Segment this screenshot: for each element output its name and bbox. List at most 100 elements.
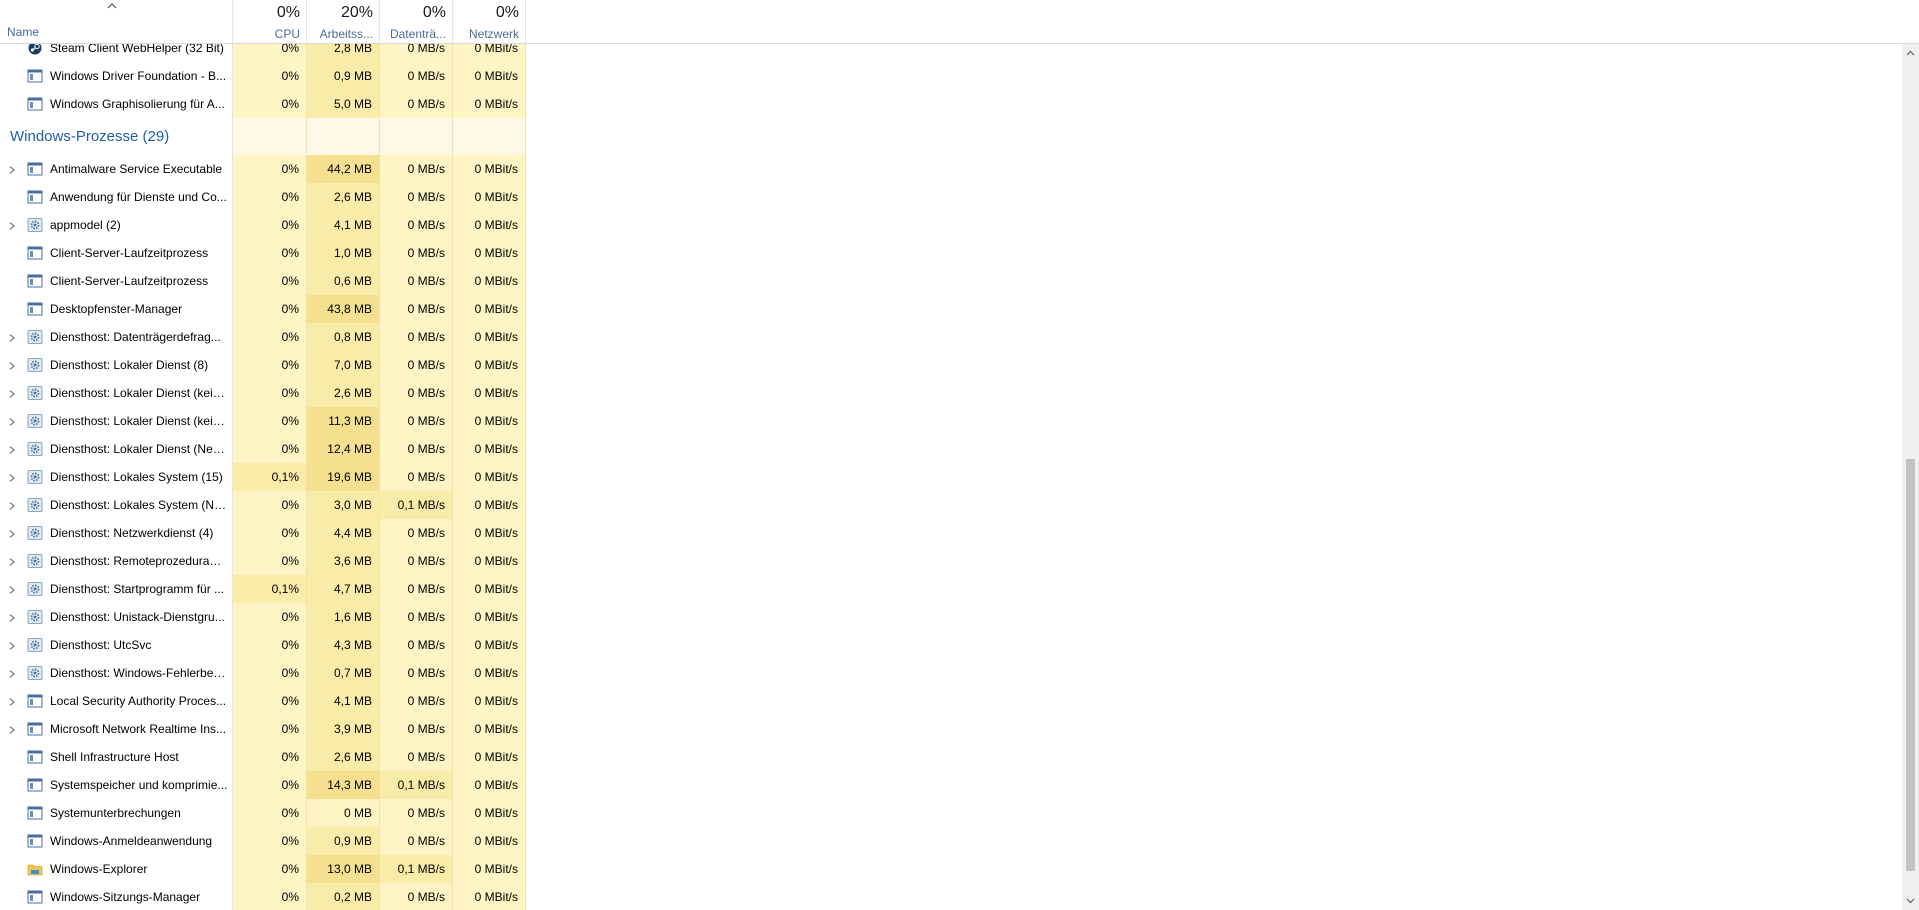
expand-chevron-icon[interactable] bbox=[7, 640, 17, 650]
process-row[interactable]: Diensthost: Startprogramm für ... 0,1% 4,7… bbox=[0, 575, 1900, 603]
scroll-down-arrow-icon[interactable] bbox=[1906, 898, 1915, 904]
vertical-scrollbar[interactable] bbox=[1902, 44, 1919, 910]
column-header-cpu[interactable]: 0% CPU bbox=[233, 0, 307, 44]
process-row[interactable]: Windows-Sitzungs-Manager 0% 0,2 MB 0 MB/s 0 … bbox=[0, 883, 1900, 910]
process-name-cell[interactable]: Diensthost: Lokaler Dienst (8) bbox=[0, 351, 233, 379]
memory-value: 11,3 MB bbox=[307, 407, 380, 435]
process-name-cell[interactable]: Systemspeicher und komprimie... bbox=[0, 771, 233, 799]
expand-chevron-icon[interactable] bbox=[7, 500, 17, 510]
process-row[interactable]: Diensthost: Remoteprozedurauf... 0% 3,6 MB… bbox=[0, 547, 1900, 575]
network-value: 0 MBit/s bbox=[453, 631, 526, 659]
cpu-value: 0% bbox=[233, 62, 307, 90]
group-header-windows-processes[interactable]: Windows-Prozesse (29) bbox=[0, 118, 1900, 155]
expand-chevron-icon[interactable] bbox=[7, 528, 17, 538]
expand-chevron-icon[interactable] bbox=[7, 668, 17, 678]
process-name-cell[interactable]: Windows-Anmeldeanwendung bbox=[0, 827, 233, 855]
process-row[interactable]: Diensthost: Netzwerkdienst (4) 0% 4,4 MB 0 … bbox=[0, 519, 1900, 547]
process-name-cell[interactable]: Windows Driver Foundation - B... bbox=[0, 62, 233, 90]
process-name-cell[interactable]: Diensthost: UtcSvc bbox=[0, 631, 233, 659]
process-row[interactable]: Windows Graphisolierung für A... 0% 5,0 MB… bbox=[0, 90, 1900, 118]
process-name-cell[interactable]: Windows-Explorer bbox=[0, 855, 233, 883]
column-header-disk[interactable]: 0% Datenträ... bbox=[380, 0, 453, 44]
process-name-cell[interactable]: Diensthost: Windows-Fehlerberi... bbox=[0, 659, 233, 687]
process-name-cell[interactable]: Client-Server-Laufzeitprozess bbox=[0, 239, 233, 267]
column-header-memory[interactable]: 20% Arbeitss... bbox=[307, 0, 380, 44]
process-name-cell[interactable]: Steam Client WebHelper (32 Bit) bbox=[0, 44, 233, 62]
expand-chevron-icon[interactable] bbox=[7, 220, 17, 230]
process-name-cell[interactable]: Windows Graphisolierung für A... bbox=[0, 90, 233, 118]
process-row[interactable]: Client-Server-Laufzeitprozess 0% 1,0 MB 0 M… bbox=[0, 239, 1900, 267]
expand-chevron-icon[interactable] bbox=[7, 472, 17, 482]
process-name-cell[interactable]: Antimalware Service Executable bbox=[0, 155, 233, 183]
process-row[interactable]: Antimalware Service Executable 0% 44,2 MB 0… bbox=[0, 155, 1900, 183]
process-name-cell[interactable]: Anwendung für Dienste und Co... bbox=[0, 183, 233, 211]
expand-chevron-icon[interactable] bbox=[7, 584, 17, 594]
process-name-cell[interactable]: Diensthost: Lokales System (Net... bbox=[0, 491, 233, 519]
process-row[interactable]: Diensthost: Datenträgerdefrag... 0% 0,8 MB… bbox=[0, 323, 1900, 351]
process-name-cell[interactable]: appmodel (2) bbox=[0, 211, 233, 239]
process-name-cell[interactable]: Diensthost: Remoteprozedurauf... bbox=[0, 547, 233, 575]
process-row[interactable]: Diensthost: UtcSvc 0% 4,3 MB 0 MB/s 0 MBit/s bbox=[0, 631, 1900, 659]
process-name-cell[interactable]: Microsoft Network Realtime Ins... bbox=[0, 715, 233, 743]
process-name-cell[interactable]: Diensthost: Datenträgerdefrag... bbox=[0, 323, 233, 351]
process-name-cell[interactable]: Local Security Authority Proces... bbox=[0, 687, 233, 715]
process-name: Systemspeicher und komprimie... bbox=[50, 778, 228, 792]
process-name-cell[interactable]: Diensthost: Lokaler Dienst (kein ... bbox=[0, 379, 233, 407]
process-row[interactable]: Diensthost: Windows-Fehlerberi... 0% 0,7 M… bbox=[0, 659, 1900, 687]
expand-chevron-icon[interactable] bbox=[7, 360, 17, 370]
process-row[interactable]: Diensthost: Lokaler Dienst (8) 0% 7,0 MB 0 … bbox=[0, 351, 1900, 379]
cpu-value: 0% bbox=[233, 351, 307, 379]
process-row[interactable]: Windows-Explorer 0% 13,0 MB 0,1 MB/s 0 MBit/… bbox=[0, 855, 1900, 883]
process-name-cell[interactable]: Diensthost: Lokaler Dienst (kein ... bbox=[0, 407, 233, 435]
process-name-cell[interactable]: Diensthost: Lokales System (15) bbox=[0, 463, 233, 491]
process-row[interactable]: appmodel (2) 0% 4,1 MB 0 MB/s 0 MBit/s bbox=[0, 211, 1900, 239]
process-row[interactable]: Windows Driver Foundation - B... 0% 0,9 MB… bbox=[0, 62, 1900, 90]
expand-chevron-icon[interactable] bbox=[7, 444, 17, 454]
process-row[interactable]: Diensthost: Lokaler Dienst (Netz... 0% 12,… bbox=[0, 435, 1900, 463]
process-name: Anwendung für Dienste und Co... bbox=[50, 190, 227, 204]
process-name-cell[interactable]: Systemunterbrechungen bbox=[0, 799, 233, 827]
scrollbar-thumb[interactable] bbox=[1906, 459, 1915, 871]
scroll-up-arrow-icon[interactable] bbox=[1906, 50, 1915, 56]
process-name-cell[interactable]: Diensthost: Netzwerkdienst (4) bbox=[0, 519, 233, 547]
process-row[interactable]: Local Security Authority Proces... 0% 4,1 … bbox=[0, 687, 1900, 715]
column-header-network[interactable]: 0% Netzwerk bbox=[453, 0, 526, 44]
process-row[interactable]: Shell Infrastructure Host 0% 2,6 MB 0 MB/s 0… bbox=[0, 743, 1900, 771]
expand-chevron-icon[interactable] bbox=[7, 388, 17, 398]
expand-chevron-icon[interactable] bbox=[7, 724, 17, 734]
process-row[interactable]: Desktopfenster-Manager 0% 43,8 MB 0 MB/s 0 M… bbox=[0, 295, 1900, 323]
process-name-cell[interactable]: Windows-Sitzungs-Manager bbox=[0, 883, 233, 910]
memory-value: 5,0 MB bbox=[307, 90, 380, 118]
column-header-name[interactable]: Name bbox=[0, 0, 233, 44]
process-row[interactable]: Windows-Anmeldeanwendung 0% 0,9 MB 0 MB/s 0 … bbox=[0, 827, 1900, 855]
process-row[interactable]: Diensthost: Lokales System (15) 0,1% 19,6 … bbox=[0, 463, 1900, 491]
cpu-value: 0% bbox=[233, 743, 307, 771]
window-icon bbox=[27, 806, 43, 820]
process-row[interactable]: Diensthost: Lokaler Dienst (kein ... 0% 2,… bbox=[0, 379, 1900, 407]
process-name-cell[interactable]: Shell Infrastructure Host bbox=[0, 743, 233, 771]
expand-chevron-icon[interactable] bbox=[7, 416, 17, 426]
window-icon bbox=[27, 274, 43, 288]
process-row[interactable]: Systemunterbrechungen 0% 0 MB 0 MB/s 0 MBit/… bbox=[0, 799, 1900, 827]
process-name-cell[interactable]: Diensthost: Lokaler Dienst (Netz... bbox=[0, 435, 233, 463]
expand-chevron-icon[interactable] bbox=[7, 696, 17, 706]
process-name-cell[interactable]: Desktopfenster-Manager bbox=[0, 295, 233, 323]
process-row[interactable]: Anwendung für Dienste und Co... 0% 2,6 MB 0… bbox=[0, 183, 1900, 211]
expand-chevron-icon[interactable] bbox=[7, 332, 17, 342]
process-row[interactable]: Client-Server-Laufzeitprozess 0% 0,6 MB 0 M… bbox=[0, 267, 1900, 295]
process-row[interactable]: Systemspeicher und komprimie... 0% 14,3 MB… bbox=[0, 771, 1900, 799]
process-row[interactable]: Diensthost: Lokaler Dienst (kein ... 0% 11… bbox=[0, 407, 1900, 435]
process-row[interactable]: Microsoft Network Realtime Ins... 0% 3,9 M… bbox=[0, 715, 1900, 743]
process-row[interactable]: Diensthost: Lokales System (Net... 0% 3,0 … bbox=[0, 491, 1900, 519]
process-row[interactable]: Steam Client WebHelper (32 Bit) 0% 2,8 MB 0… bbox=[0, 44, 1900, 62]
expand-chevron-icon[interactable] bbox=[7, 612, 17, 622]
process-name-cell[interactable]: Client-Server-Laufzeitprozess bbox=[0, 267, 233, 295]
process-row[interactable]: Diensthost: Unistack-Dienstgru... 0% 1,6 M… bbox=[0, 603, 1900, 631]
process-name-cell[interactable]: Diensthost: Unistack-Dienstgru... bbox=[0, 603, 233, 631]
process-name-cell[interactable]: Diensthost: Startprogramm für ... bbox=[0, 575, 233, 603]
cpu-value: 0% bbox=[233, 883, 307, 910]
expand-chevron-icon[interactable] bbox=[7, 556, 17, 566]
expand-chevron-icon[interactable] bbox=[7, 164, 17, 174]
process-name: Microsoft Network Realtime Ins... bbox=[50, 722, 227, 736]
process-name: Windows Graphisolierung für A... bbox=[50, 97, 225, 111]
